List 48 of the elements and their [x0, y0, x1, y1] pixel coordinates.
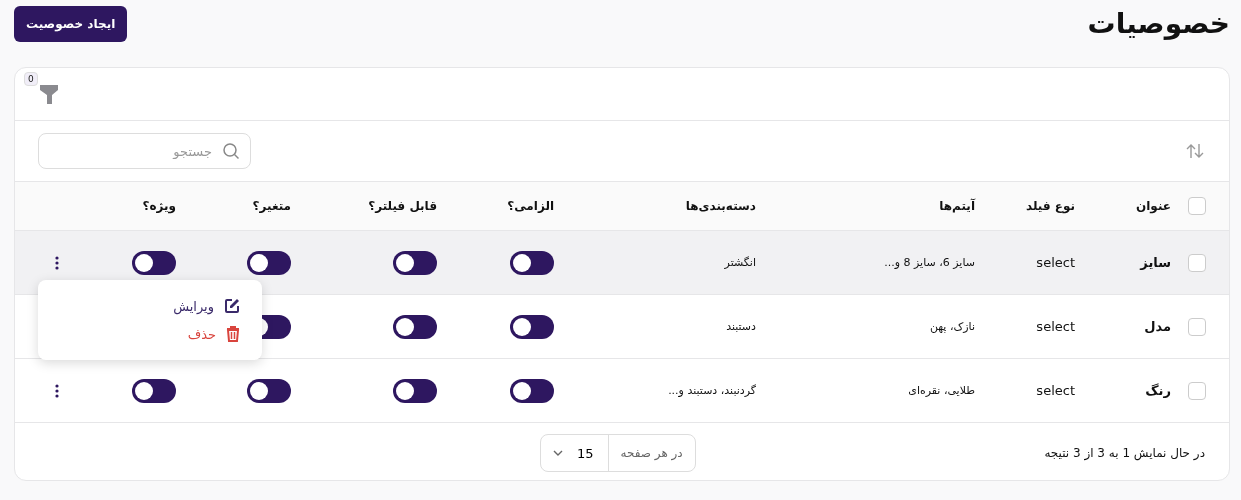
column-header: دسته‌بندی‌ها: [685, 199, 756, 213]
row-checkbox[interactable]: [1188, 253, 1206, 272]
column-header: ویژه؟: [142, 199, 176, 213]
toggle-switch[interactable]: [247, 250, 291, 275]
toggle-switch[interactable]: [393, 314, 437, 339]
table-cell: مدل: [1144, 319, 1171, 334]
more-icon[interactable]: [55, 255, 59, 270]
row-checkbox[interactable]: [1188, 381, 1206, 400]
menu-item[interactable]: ویرایش: [38, 292, 262, 320]
toggle-switch[interactable]: [132, 250, 176, 275]
menu-item[interactable]: حذف: [38, 320, 262, 348]
toggle-switch[interactable]: [132, 378, 176, 403]
sort-icon[interactable]: [1186, 143, 1204, 159]
page-title: خصوصیات: [1087, 6, 1230, 42]
filter-count: 0: [24, 72, 38, 86]
toggle-switch[interactable]: [393, 378, 437, 403]
toggle-switch[interactable]: [393, 250, 437, 275]
toggle-switch[interactable]: [510, 378, 554, 403]
search-icon: [222, 142, 240, 160]
results-summary: در حال نمایش 1 به 3 از 3 نتیجه: [1044, 446, 1205, 460]
table-cell: سایز 6، سایز 8 و...: [884, 256, 975, 269]
toggle-switch[interactable]: [247, 378, 291, 403]
table-cell: گردنبند، دستبند و...: [668, 384, 756, 397]
select-all-checkbox[interactable]: [1188, 197, 1206, 215]
table-cell: سایز: [1140, 255, 1171, 270]
column-header: آیتم‌ها: [939, 199, 975, 213]
toggle-switch[interactable]: [510, 250, 554, 275]
column-header: نوع فیلد: [1026, 199, 1075, 213]
table-cell: select: [1036, 255, 1075, 270]
column-header: عنوان: [1136, 199, 1171, 213]
table-cell: نازک، پهن: [929, 320, 975, 333]
column-header: متغیر؟: [252, 199, 291, 213]
table-cell: دستبند: [726, 320, 756, 333]
search-field[interactable]: جستجو: [38, 133, 251, 169]
table-cell: طلایی، نقره‌ای: [908, 384, 975, 397]
column-header: الزامی؟: [507, 199, 554, 213]
table-cell: انگشتر: [724, 256, 756, 269]
row-checkbox[interactable]: [1188, 317, 1206, 336]
toggle-switch[interactable]: [510, 314, 554, 339]
more-icon[interactable]: [55, 383, 59, 398]
trash-icon: [226, 326, 240, 342]
filter-icon[interactable]: [40, 85, 58, 104]
table-cell: select: [1036, 383, 1075, 398]
create-button[interactable]: ایجاد خصوصیت: [14, 6, 128, 42]
column-header: قابل فیلتر؟: [368, 199, 437, 213]
edit-icon: [224, 298, 240, 314]
table-cell: رنگ: [1145, 383, 1171, 398]
table-cell: select: [1036, 319, 1075, 334]
